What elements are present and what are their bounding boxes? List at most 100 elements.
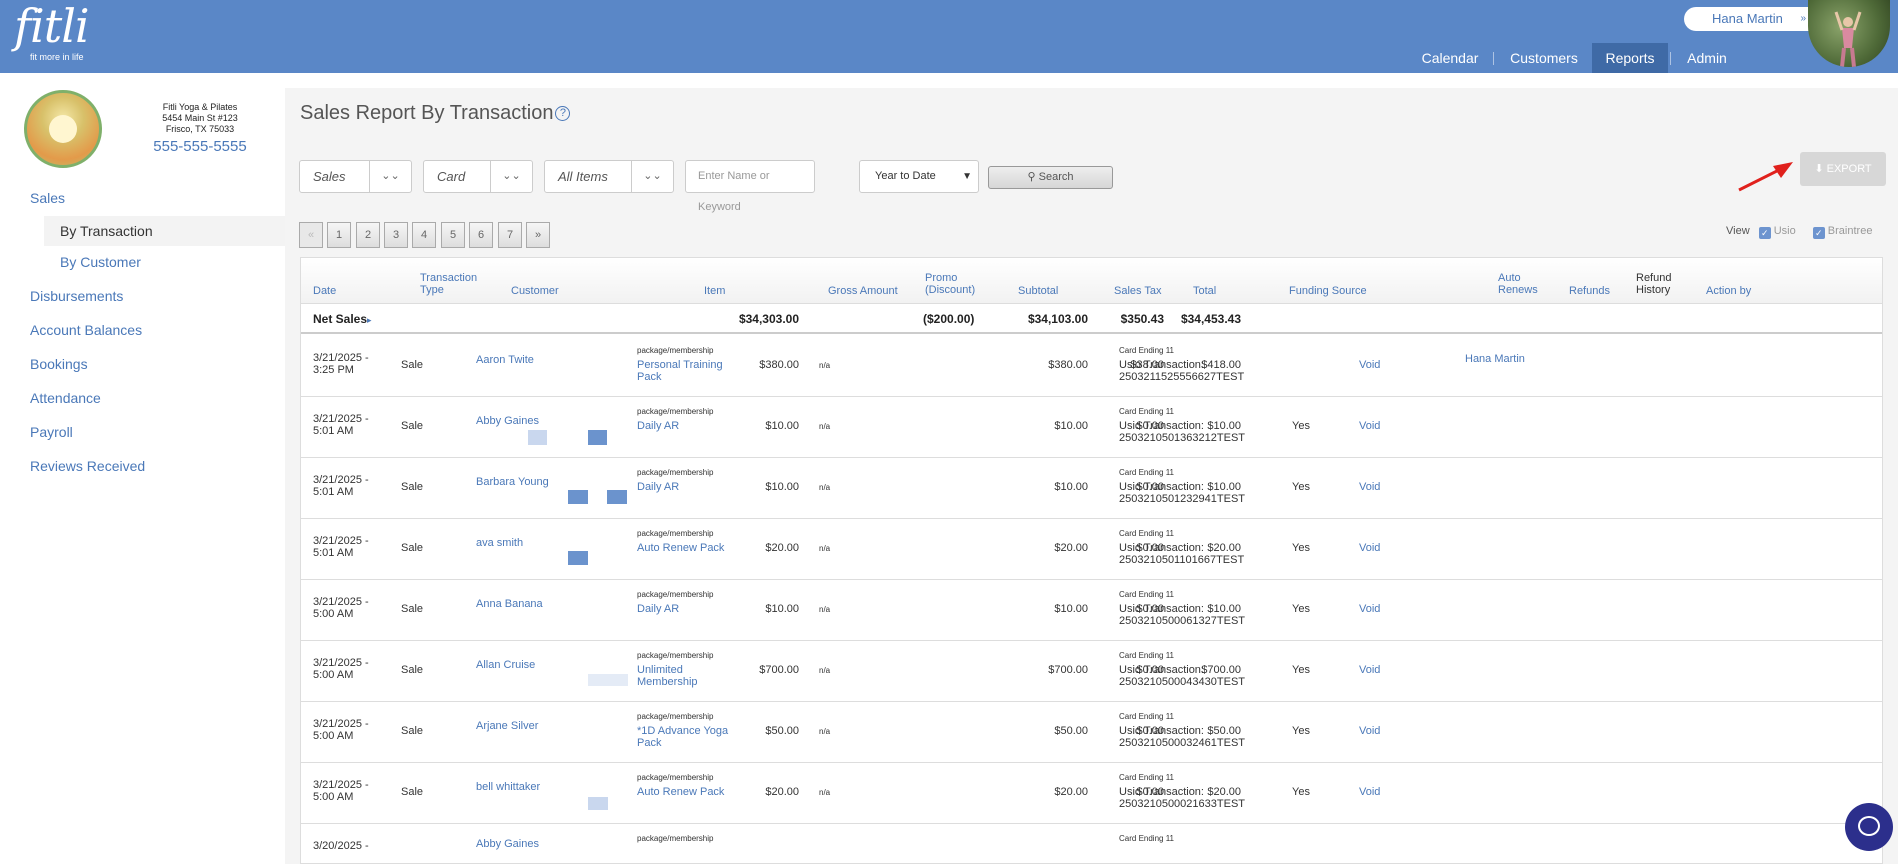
- row-gross: $10.00: [765, 603, 799, 615]
- chevron-down-icon: ⌄⌄: [631, 161, 673, 192]
- row-time-line: 5:00 AM: [313, 608, 354, 620]
- row-item-line: Daily AR: [637, 420, 680, 432]
- row-item-link[interactable]: Unlimited Membership: [637, 664, 732, 688]
- row-customer-link[interactable]: Aaron Twite: [476, 354, 534, 366]
- col-total[interactable]: Total: [1193, 285, 1216, 297]
- row-date: 3/21/2025 -5:01 AM: [313, 413, 369, 437]
- col-auto-renews[interactable]: Auto Renews: [1498, 272, 1538, 296]
- nav-reports[interactable]: Reports: [1592, 43, 1668, 73]
- caret-right-icon: ▸: [367, 315, 372, 325]
- pager-page[interactable]: 7: [498, 222, 522, 248]
- search-button[interactable]: ⚲ Search: [988, 166, 1113, 189]
- col-gross-amount[interactable]: Gross Amount: [828, 285, 898, 297]
- row-subtotal: $380.00: [1048, 359, 1088, 371]
- row-void-link[interactable]: Void: [1359, 542, 1380, 554]
- pager-page[interactable]: 3: [384, 222, 408, 248]
- user-menu-button[interactable]: Hana Martin »: [1684, 7, 1822, 31]
- avatar[interactable]: [1808, 0, 1890, 67]
- row-void-link[interactable]: Void: [1359, 420, 1380, 432]
- row-date: 3/21/2025 -5:00 AM: [313, 779, 369, 803]
- col-funding-source[interactable]: Funding Source: [1289, 285, 1367, 297]
- sidebar-item-bookings[interactable]: Bookings: [30, 356, 88, 372]
- row-type: Sale: [401, 664, 424, 676]
- net-tax: $350.43: [1120, 312, 1164, 326]
- net-sales-toggle[interactable]: Net Sales▸: [313, 312, 372, 326]
- chevron-down-icon: ⌄⌄: [369, 161, 411, 192]
- row-void-link[interactable]: Void: [1359, 786, 1380, 798]
- row-transaction-id: Usio Transaction: 2503210500032461TEST: [1119, 725, 1245, 749]
- payment-method-select[interactable]: Card ⌄⌄: [423, 160, 533, 193]
- nav-customers[interactable]: Customers: [1500, 43, 1588, 73]
- row-item-link[interactable]: Daily AR: [637, 603, 732, 615]
- usio-checkbox[interactable]: ✓: [1758, 227, 1771, 239]
- nav-calendar[interactable]: Calendar: [1412, 43, 1488, 73]
- pager-page[interactable]: 4: [412, 222, 436, 248]
- row-customer-link[interactable]: ava smith: [476, 537, 523, 549]
- export-button-label: EXPORT: [1826, 163, 1872, 175]
- row-action-by-link[interactable]: Hana Martin: [1465, 353, 1525, 365]
- row-void-link[interactable]: Void: [1359, 603, 1380, 615]
- row-void-link[interactable]: Void: [1359, 481, 1380, 493]
- row-item-category: package/membership: [637, 773, 714, 782]
- top-header: fitli fit more in life Hana Martin » Cal…: [0, 0, 1898, 73]
- studio-address-line1: 5454 Main St #123: [162, 113, 238, 123]
- col-label: Renews: [1498, 284, 1538, 296]
- col-transaction-type[interactable]: Transaction Type: [420, 272, 477, 296]
- row-item-link[interactable]: Personal Training Pack: [637, 359, 732, 383]
- sidebar-item-by-transaction[interactable]: By Transaction: [44, 216, 285, 246]
- col-refunds[interactable]: Refunds: [1569, 285, 1610, 297]
- row-auto-renews: Yes: [1292, 664, 1310, 676]
- col-promo[interactable]: Promo (Discount): [925, 272, 975, 296]
- chat-support-button[interactable]: [1845, 803, 1893, 851]
- pager-prev[interactable]: «: [299, 222, 323, 248]
- row-item-link[interactable]: *1D Advance Yoga Pack: [637, 725, 732, 749]
- pager-page[interactable]: 2: [356, 222, 380, 248]
- col-subtotal[interactable]: Subtotal: [1018, 285, 1058, 297]
- items-select[interactable]: All Items ⌄⌄: [544, 160, 674, 193]
- row-customer-link[interactable]: Barbara Young: [476, 476, 549, 488]
- row-item-link[interactable]: Auto Renew Pack: [637, 786, 732, 798]
- row-customer-link[interactable]: Allan Cruise: [476, 659, 535, 671]
- sidebar-item-account-balances[interactable]: Account Balances: [30, 322, 142, 338]
- row-card-ending: Card Ending 11: [1119, 773, 1174, 782]
- row-void-link[interactable]: Void: [1359, 664, 1380, 676]
- sidebar-item-reviews-received[interactable]: Reviews Received: [30, 458, 145, 474]
- col-action-by[interactable]: Action by: [1706, 285, 1751, 297]
- help-icon[interactable]: ?: [555, 106, 571, 121]
- row-customer-link[interactable]: bell whittaker: [476, 781, 540, 793]
- period-select[interactable]: Year to Date ▼: [859, 160, 979, 193]
- pager-page[interactable]: 5: [441, 222, 465, 248]
- studio-phone[interactable]: 555-555-5555: [140, 137, 260, 157]
- row-item-link[interactable]: Daily AR: [637, 481, 732, 493]
- row-customer-link[interactable]: Abby Gaines: [476, 838, 539, 850]
- row-item-link[interactable]: Auto Renew Pack: [637, 542, 732, 554]
- nav-admin[interactable]: Admin: [1676, 43, 1738, 73]
- row-time-line: 5:01 AM: [313, 547, 354, 559]
- sidebar-item-disbursements[interactable]: Disbursements: [30, 288, 123, 304]
- sidebar-item-by-customer[interactable]: By Customer: [44, 247, 285, 277]
- row-customer-link[interactable]: Abby Gaines: [476, 415, 539, 427]
- sales-type-select[interactable]: Sales ⌄⌄: [299, 160, 412, 193]
- col-customer[interactable]: Customer: [511, 285, 559, 297]
- pager-page[interactable]: 6: [469, 222, 493, 248]
- sales-type-value: Sales: [313, 169, 346, 184]
- pager-page[interactable]: 1: [327, 222, 351, 248]
- col-sales-tax[interactable]: Sales Tax: [1114, 285, 1162, 297]
- row-customer-link[interactable]: Arjane Silver: [476, 720, 538, 732]
- braintree-checkbox[interactable]: ✓: [1812, 227, 1825, 239]
- export-button[interactable]: ⬇ EXPORT: [1800, 152, 1886, 186]
- row-void-link[interactable]: Void: [1359, 359, 1380, 371]
- sidebar-item-payroll[interactable]: Payroll: [30, 424, 73, 440]
- row-item-link[interactable]: Daily AR: [637, 420, 732, 432]
- pager-next[interactable]: »: [526, 222, 550, 248]
- fitli-logo[interactable]: fitli fit more in life: [14, 2, 90, 62]
- sidebar-item-attendance[interactable]: Attendance: [30, 390, 101, 406]
- col-item[interactable]: Item: [704, 285, 725, 297]
- row-transaction-id: Usio Transaction: 2503210500061327TEST: [1119, 603, 1245, 627]
- col-date[interactable]: Date: [313, 285, 336, 297]
- keyword-search-input[interactable]: Enter Name or Keyword: [685, 160, 815, 213]
- row-void-link[interactable]: Void: [1359, 725, 1380, 737]
- row-time-line: 5:01 AM: [313, 486, 354, 498]
- sidebar-item-sales[interactable]: Sales: [30, 190, 65, 206]
- row-customer-link[interactable]: Anna Banana: [476, 598, 543, 610]
